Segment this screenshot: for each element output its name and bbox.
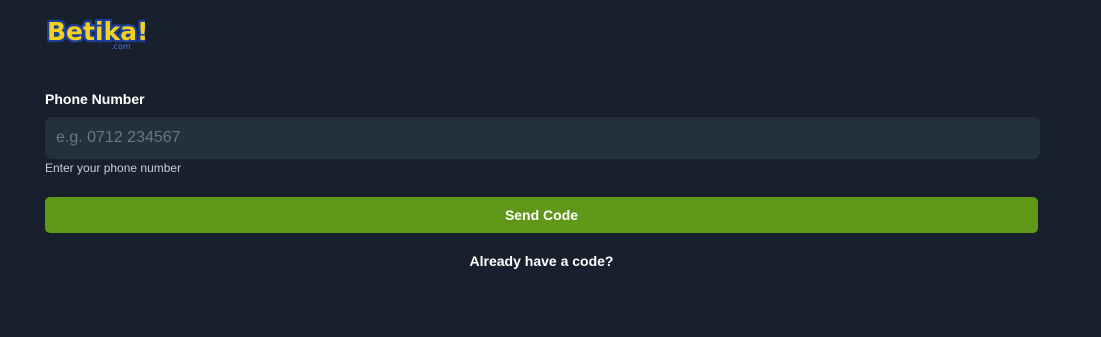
logo-domain: .com <box>111 42 131 51</box>
phone-number-input[interactable] <box>45 117 1040 159</box>
send-code-button[interactable]: Send Code <box>45 197 1038 233</box>
phone-number-label: Phone Number <box>45 91 145 107</box>
already-have-code-link[interactable]: Already have a code? <box>45 253 1038 269</box>
phone-helper-text: Enter your phone number <box>45 161 182 175</box>
betika-logo-mark: Betika! .com <box>45 15 145 51</box>
betika-logo[interactable]: Betika! .com <box>45 10 145 52</box>
